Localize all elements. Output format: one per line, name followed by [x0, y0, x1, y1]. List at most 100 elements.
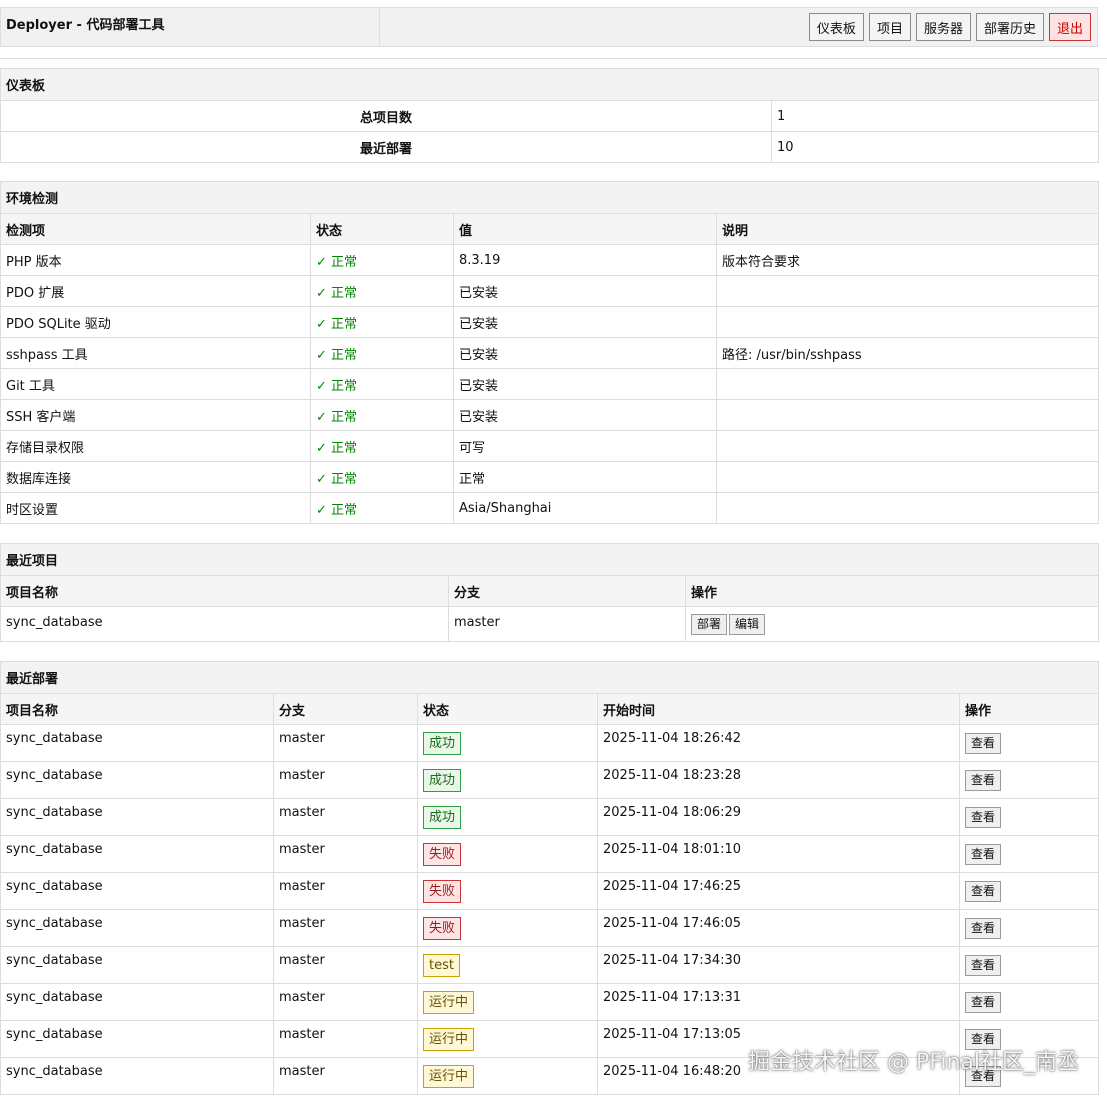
- deploy-status-cell: 运行中: [417, 983, 598, 1021]
- deploy-project-name: sync_database: [0, 1057, 274, 1095]
- check-value: 正常: [453, 461, 717, 493]
- stat-row: 最近部署 10: [0, 131, 1100, 163]
- nav-projects-button[interactable]: 项目: [868, 13, 911, 41]
- check-status: ✓ 正常: [310, 275, 454, 307]
- check-note: [715, 368, 1100, 400]
- table-row: sync_database master 失败 2025-11-04 18:01:10…: [0, 835, 1100, 873]
- recent-deploys-panel: 最近部署 项目名称 分支 状态 开始时间 操作 sync_database master 成…: [0, 661, 1100, 1095]
- column-header: 状态: [417, 693, 598, 725]
- check-status: ✓ 正常: [310, 244, 454, 276]
- status-badge: 运行中: [423, 1027, 475, 1051]
- check-status: ✓ 正常: [310, 306, 454, 338]
- check-item: PDO SQLite 驱动: [0, 306, 311, 338]
- view-button[interactable]: 查看: [965, 769, 1002, 791]
- column-header: 值: [453, 213, 717, 245]
- column-header: 操作: [684, 575, 1100, 607]
- check-value: 已安装: [453, 368, 717, 400]
- deploy-branch: master: [273, 1057, 418, 1095]
- check-item: PHP 版本: [0, 244, 311, 276]
- check-value: 已安装: [453, 337, 717, 369]
- app-title: Deployer - 代码部署工具: [6, 18, 165, 33]
- deploy-branch: master: [273, 835, 418, 873]
- column-header: 项目名称: [0, 693, 274, 725]
- view-button[interactable]: 查看: [965, 843, 1002, 865]
- table-row: sync_database master 部署 编辑: [0, 606, 1100, 642]
- deploy-status-cell: 成功: [417, 798, 598, 836]
- check-note: [715, 306, 1100, 338]
- view-button[interactable]: 查看: [965, 732, 1002, 754]
- app-header: Deployer - 代码部署工具 仪表板 项目 服务器 部署历史 退出: [0, 7, 1098, 47]
- deploy-status-cell: 失败: [417, 909, 598, 947]
- deploy-start-time: 2025-11-04 17:34:30: [597, 946, 960, 984]
- check-note: 路径: /usr/bin/sshpass: [715, 337, 1100, 369]
- table-row: PDO 扩展 ✓ 正常 已安装: [0, 275, 1100, 307]
- logout-button[interactable]: 退出: [1048, 13, 1091, 41]
- view-button[interactable]: 查看: [965, 917, 1002, 939]
- check-note: 版本符合要求: [715, 244, 1100, 276]
- table-row: 时区设置 ✓ 正常 Asia/Shanghai: [0, 492, 1100, 524]
- dashboard-title: 仪表板: [0, 68, 1100, 101]
- status-badge: 成功: [423, 805, 462, 829]
- deploy-branch: master: [273, 909, 418, 947]
- deploy-project-name: sync_database: [0, 835, 274, 873]
- table-row: PHP 版本 ✓ 正常 8.3.19 版本符合要求: [0, 244, 1100, 276]
- status-badge: 失败: [423, 916, 462, 940]
- nav-dashboard-button[interactable]: 仪表板: [808, 13, 864, 41]
- deploy-actions: 查看: [958, 724, 1100, 762]
- deploy-actions: 查看: [958, 798, 1100, 836]
- column-header: 检测项: [0, 213, 311, 245]
- deploy-start-time: 2025-11-04 18:26:42: [597, 724, 960, 762]
- view-button[interactable]: 查看: [965, 991, 1002, 1013]
- check-status: ✓ 正常: [310, 430, 454, 462]
- deploy-project-name: sync_database: [0, 872, 274, 910]
- deploy-actions: 查看: [958, 761, 1100, 799]
- deploy-start-time: 2025-11-04 17:13:31: [597, 983, 960, 1021]
- check-note: [715, 275, 1100, 307]
- dashboard-panel: 仪表板 总项目数 1 最近部署 10: [0, 68, 1100, 163]
- deploy-start-time: 2025-11-04 18:01:10: [597, 835, 960, 873]
- check-value: 已安装: [453, 399, 717, 431]
- check-status: ✓ 正常: [310, 399, 454, 431]
- deploy-project-name: sync_database: [0, 724, 274, 762]
- table-row: sync_database master 失败 2025-11-04 17:46:05…: [0, 909, 1100, 947]
- main-nav: 仪表板 项目 服务器 部署历史 退出: [808, 13, 1091, 41]
- nav-history-button[interactable]: 部署历史: [975, 13, 1044, 41]
- check-value: 已安装: [453, 275, 717, 307]
- edit-button[interactable]: 编辑: [729, 613, 766, 635]
- deploy-start-time: 2025-11-04 18:06:29: [597, 798, 960, 836]
- table-row: SSH 客户端 ✓ 正常 已安装: [0, 399, 1100, 431]
- deploy-status-cell: test: [417, 946, 598, 984]
- column-header: 状态: [310, 213, 454, 245]
- status-badge: 失败: [423, 842, 462, 866]
- deploy-button[interactable]: 部署: [691, 613, 728, 635]
- column-header: 项目名称: [0, 575, 449, 607]
- view-button[interactable]: 查看: [965, 954, 1002, 976]
- deploy-actions: 查看: [958, 909, 1100, 947]
- table-row: sync_database master 成功 2025-11-04 18:23:28…: [0, 761, 1100, 799]
- stat-value: 1: [770, 100, 1100, 132]
- check-note: [715, 492, 1100, 524]
- deploy-actions: 查看: [958, 983, 1100, 1021]
- status-badge: 运行中: [423, 990, 475, 1014]
- deploy-actions: 查看: [958, 946, 1100, 984]
- check-note: [715, 461, 1100, 493]
- table-row: 存储目录权限 ✓ 正常 可写: [0, 430, 1100, 462]
- stat-label: 总项目数: [0, 100, 772, 132]
- check-note: [715, 430, 1100, 462]
- view-button[interactable]: 查看: [965, 880, 1002, 902]
- nav-servers-button[interactable]: 服务器: [915, 13, 971, 41]
- header-divider: [379, 8, 380, 46]
- table-row: Git 工具 ✓ 正常 已安装: [0, 368, 1100, 400]
- deploy-branch: master: [273, 761, 418, 799]
- check-item: 时区设置: [0, 492, 311, 524]
- check-item: Git 工具: [0, 368, 311, 400]
- view-button[interactable]: 查看: [965, 806, 1002, 828]
- deploy-branch: master: [273, 946, 418, 984]
- stat-row: 总项目数 1: [0, 100, 1100, 132]
- header-rule: [0, 58, 1107, 59]
- check-item: PDO 扩展: [0, 275, 311, 307]
- table-row: sync_database master 失败 2025-11-04 17:46:25…: [0, 872, 1100, 910]
- check-item: sshpass 工具: [0, 337, 311, 369]
- table-row: sync_database master test 2025-11-04 17:34:…: [0, 946, 1100, 984]
- check-note: [715, 399, 1100, 431]
